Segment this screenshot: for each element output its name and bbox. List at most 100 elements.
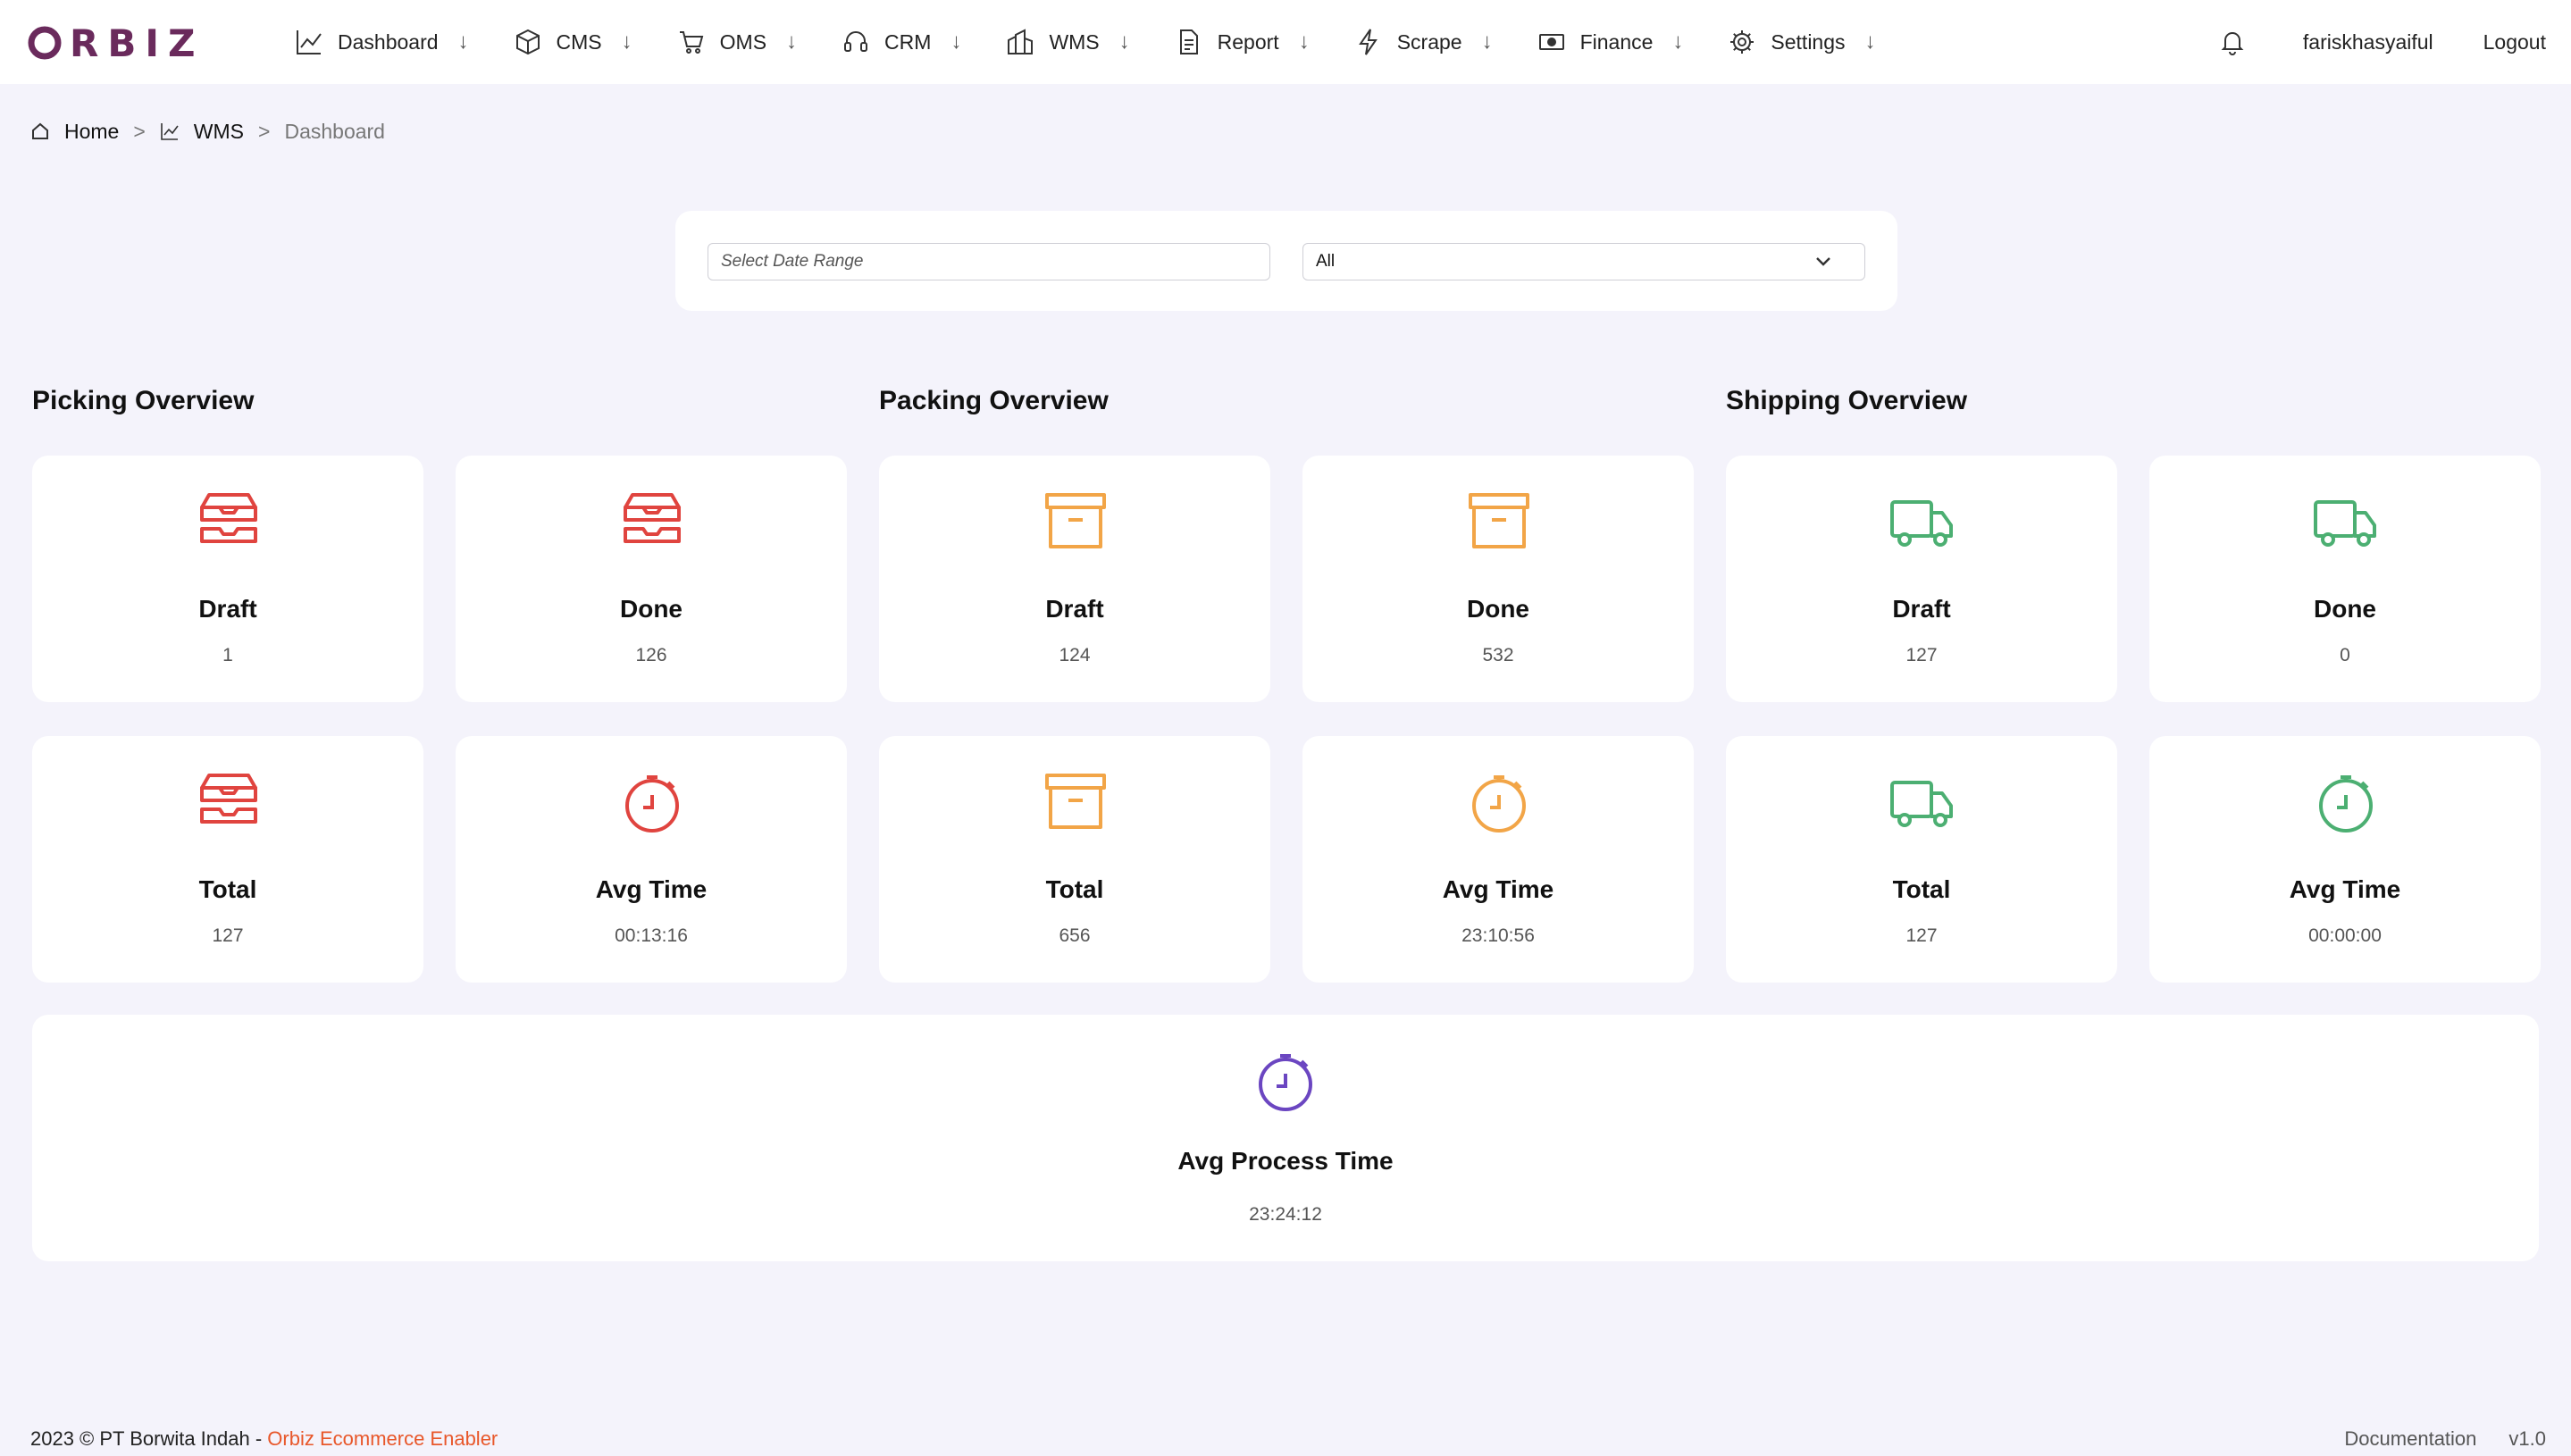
chevron-down-icon	[1816, 257, 1830, 266]
bell-icon[interactable]	[2219, 29, 2246, 55]
version-label: v1.0	[2508, 1427, 2546, 1450]
filter-select[interactable]: All	[1302, 243, 1865, 280]
documentation-link[interactable]: Documentation	[2344, 1427, 2476, 1451]
gear-icon	[1730, 30, 1754, 54]
packing-total-card: Total 656	[879, 736, 1270, 983]
box-icon	[515, 29, 540, 55]
arrow-down-icon: ↓	[786, 29, 798, 54]
card-title: Done	[1467, 595, 1529, 623]
nav-oms[interactable]: OMS ↓	[677, 0, 797, 84]
archive-box-icon	[1045, 774, 1106, 829]
footer-links: Documentation v1.0	[2344, 1427, 2546, 1451]
nav-label: Dashboard	[338, 29, 439, 54]
copyright-text: 2023 © PT Borwita Indah -	[30, 1427, 268, 1450]
inbox-tray-icon	[200, 493, 257, 543]
packing-draft-card: Draft 124	[879, 456, 1270, 702]
footer-brand-link[interactable]: Orbiz Ecommerce Enabler	[267, 1427, 498, 1450]
packing-overview-title: Packing Overview	[879, 386, 1109, 415]
breadcrumb-separator: >	[133, 119, 146, 143]
breadcrumb-wms[interactable]: WMS	[194, 120, 244, 144]
chart-line-icon	[297, 30, 322, 54]
logo-text: RBIZ	[70, 21, 205, 65]
nav-cms[interactable]: CMS ↓	[514, 0, 632, 84]
card-value: 656	[1059, 925, 1091, 946]
card-title: Done	[2314, 595, 2376, 623]
card-title: Avg Time	[595, 875, 708, 903]
orbiz-logo[interactable]: RBIZ	[27, 21, 205, 65]
stopwatch-icon	[1259, 1054, 1312, 1111]
warehouse-icon	[1008, 29, 1034, 54]
nav-label: Settings	[1771, 29, 1846, 54]
nav-settings[interactable]: Settings ↓	[1728, 0, 1876, 84]
arrow-down-icon: ↓	[457, 29, 469, 54]
card-value: 124	[1059, 645, 1091, 665]
footer: 2023 © PT Borwita Indah - Orbiz Ecommerc…	[0, 1427, 2571, 1456]
cart-icon	[679, 31, 703, 54]
lightning-icon	[1358, 29, 1378, 55]
headset-icon	[844, 31, 868, 52]
arrow-down-icon: ↓	[1864, 29, 1876, 54]
inbox-tray-icon	[200, 774, 257, 824]
nav-label: Report	[1217, 29, 1279, 54]
nav-crm[interactable]: CRM ↓	[842, 0, 961, 84]
picking-done-card: Done 126	[456, 456, 847, 702]
nav-label: Finance	[1579, 29, 1654, 54]
card-value: 23:24:12	[1249, 1204, 1322, 1225]
nav-scrape[interactable]: Scrape ↓	[1354, 0, 1493, 84]
truck-icon	[1890, 500, 1953, 547]
arrow-down-icon: ↓	[1672, 29, 1684, 54]
nav-wms[interactable]: WMS ↓	[1006, 0, 1130, 84]
card-title: Total	[1892, 875, 1951, 903]
card-title: Draft	[1892, 595, 1951, 623]
card-value: 127	[1905, 645, 1938, 665]
inbox-tray-icon	[624, 493, 681, 543]
breadcrumb-home[interactable]: Home	[64, 120, 119, 144]
card-value: 127	[1905, 925, 1938, 946]
date-range-input[interactable]	[708, 243, 1270, 280]
username[interactable]: fariskhasyaiful	[2303, 30, 2433, 54]
card-value: 00:00:00	[2308, 925, 2382, 946]
picking-total-card: Total 127	[32, 736, 423, 983]
select-value: All	[1316, 252, 1336, 271]
stopwatch-icon	[625, 775, 679, 833]
nav-label: OMS	[719, 29, 767, 54]
breadcrumb: Home > WMS > Dashboard	[30, 118, 385, 145]
filter-card: All	[675, 211, 1897, 311]
nav-label: WMS	[1049, 29, 1100, 54]
document-icon	[1179, 29, 1198, 54]
top-navbar: RBIZ Dashboard ↓ CMS ↓ OMS ↓ CRM ↓ WMS ↓	[0, 0, 2571, 84]
card-title: Avg Time	[1442, 875, 1554, 903]
nav-finance[interactable]: Finance ↓	[1537, 0, 1684, 84]
card-title: Total	[1045, 875, 1104, 903]
arrow-down-icon: ↓	[1481, 29, 1493, 54]
arrow-down-icon: ↓	[621, 29, 632, 54]
card-value: 23:10:56	[1461, 925, 1535, 946]
nav-report[interactable]: Report ↓	[1175, 0, 1310, 84]
nav-label: Scrape	[1396, 29, 1462, 54]
packing-avg-time-card: Avg Time 23:10:56	[1302, 736, 1694, 983]
avg-process-time-card: Avg Process Time 23:24:12	[32, 1015, 2539, 1261]
card-title: Avg Process Time	[1177, 1147, 1394, 1175]
truck-icon	[2314, 500, 2376, 547]
picking-draft-card: Draft 1	[32, 456, 423, 702]
picking-avg-time-card: Avg Time 00:13:16	[456, 736, 847, 983]
breadcrumb-current: Dashboard	[284, 119, 385, 143]
logout-link[interactable]: Logout	[2483, 30, 2546, 54]
shipping-avg-time-card: Avg Time 00:00:00	[2149, 736, 2541, 983]
nav-dashboard[interactable]: Dashboard ↓	[295, 0, 469, 84]
home-icon	[32, 122, 48, 139]
card-value: 126	[635, 645, 667, 665]
stopwatch-icon	[2319, 775, 2373, 833]
shipping-draft-card: Draft 127	[1726, 456, 2117, 702]
card-value: 0	[2340, 645, 2350, 665]
archive-box-icon	[1469, 493, 1529, 548]
card-title: Done	[620, 595, 683, 623]
user-area: fariskhasyaiful Logout	[2219, 0, 2546, 84]
stopwatch-icon	[1472, 775, 1526, 833]
truck-icon	[1890, 781, 1953, 827]
arrow-down-icon: ↓	[951, 29, 962, 54]
card-value: 127	[212, 925, 244, 946]
card-value: 532	[1482, 645, 1514, 665]
card-title: Draft	[198, 595, 257, 623]
chart-line-icon	[160, 123, 179, 140]
